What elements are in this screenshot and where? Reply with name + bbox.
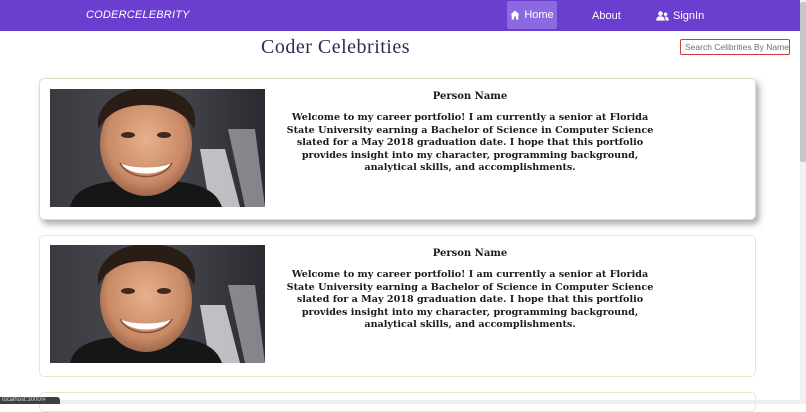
- celebrity-portrait-image: [50, 245, 265, 363]
- nav-signin-link[interactable]: SignIn: [656, 0, 704, 31]
- person-bio: Welcome to my career portfolio! I am cur…: [286, 112, 654, 174]
- nav-home-label: Home: [524, 9, 554, 21]
- brand-logo-text[interactable]: CODERCELEBRITY: [86, 9, 190, 21]
- page-title: Coder Celebrities: [261, 36, 411, 58]
- nav-home-link[interactable]: Home: [507, 1, 557, 29]
- celebrity-photo: [50, 245, 265, 363]
- card-content: Person Name Welcome to my career portfol…: [286, 91, 654, 175]
- person-name: Person Name: [432, 91, 508, 102]
- users-icon: [656, 10, 669, 21]
- scrollbar-thumb[interactable]: [800, 2, 806, 162]
- nav-about-link[interactable]: About: [592, 0, 621, 31]
- person-bio: Welcome to my career portfolio! I am cur…: [286, 269, 654, 331]
- search-celebrities-input[interactable]: [680, 39, 790, 55]
- celebrity-portrait-image: [50, 89, 265, 207]
- celebrity-card[interactable]: Person Name Welcome to my career portfol…: [39, 78, 756, 220]
- person-name: Person Name: [432, 248, 508, 259]
- top-navbar: CODERCELEBRITY Home About SignIn: [0, 0, 806, 31]
- status-url-tooltip: localhost:3000/#: [0, 397, 60, 404]
- card-content: Person Name Welcome to my career portfol…: [286, 248, 654, 332]
- home-icon: [510, 10, 520, 20]
- vertical-scrollbar[interactable]: [800, 0, 806, 404]
- nav-about-label: About: [592, 9, 621, 22]
- celebrity-card[interactable]: Person Name Welcome to my career portfol…: [39, 235, 756, 377]
- horizontal-scrollbar[interactable]: [0, 400, 800, 404]
- nav-signin-label: SignIn: [673, 9, 705, 22]
- celebrity-photo: [50, 89, 265, 207]
